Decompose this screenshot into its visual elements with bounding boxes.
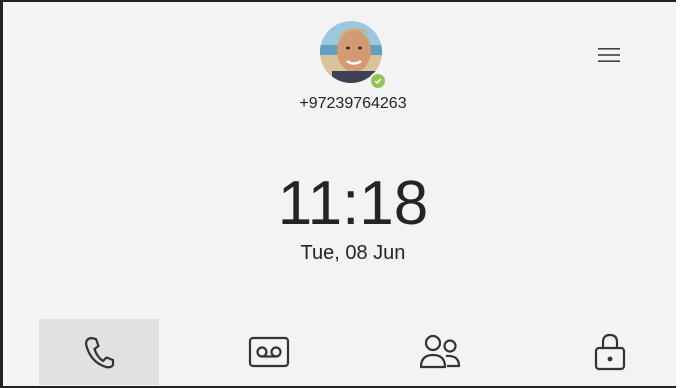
clock-time: 11:18 xyxy=(277,169,429,238)
screen-edge xyxy=(676,0,680,388)
bottom-nav xyxy=(39,319,647,385)
phone-home-screen: +97239764263 11:18 Tue, 08 Jun xyxy=(0,0,680,388)
nav-people[interactable] xyxy=(380,319,500,385)
clock-date: Tue, 08 Jun xyxy=(300,242,406,264)
phone-number: +97239764263 xyxy=(299,95,407,112)
lock-icon xyxy=(594,333,626,371)
menu-button[interactable] xyxy=(593,42,625,68)
nav-voicemail[interactable] xyxy=(209,319,329,385)
people-icon xyxy=(419,334,461,369)
nav-lock[interactable] xyxy=(550,319,670,385)
hamburger-menu-icon xyxy=(598,48,620,62)
voicemail-icon xyxy=(248,336,290,368)
nav-calls[interactable] xyxy=(39,319,159,385)
presence-available-icon xyxy=(369,72,387,90)
user-avatar[interactable] xyxy=(320,21,387,90)
phone-icon xyxy=(84,336,115,369)
